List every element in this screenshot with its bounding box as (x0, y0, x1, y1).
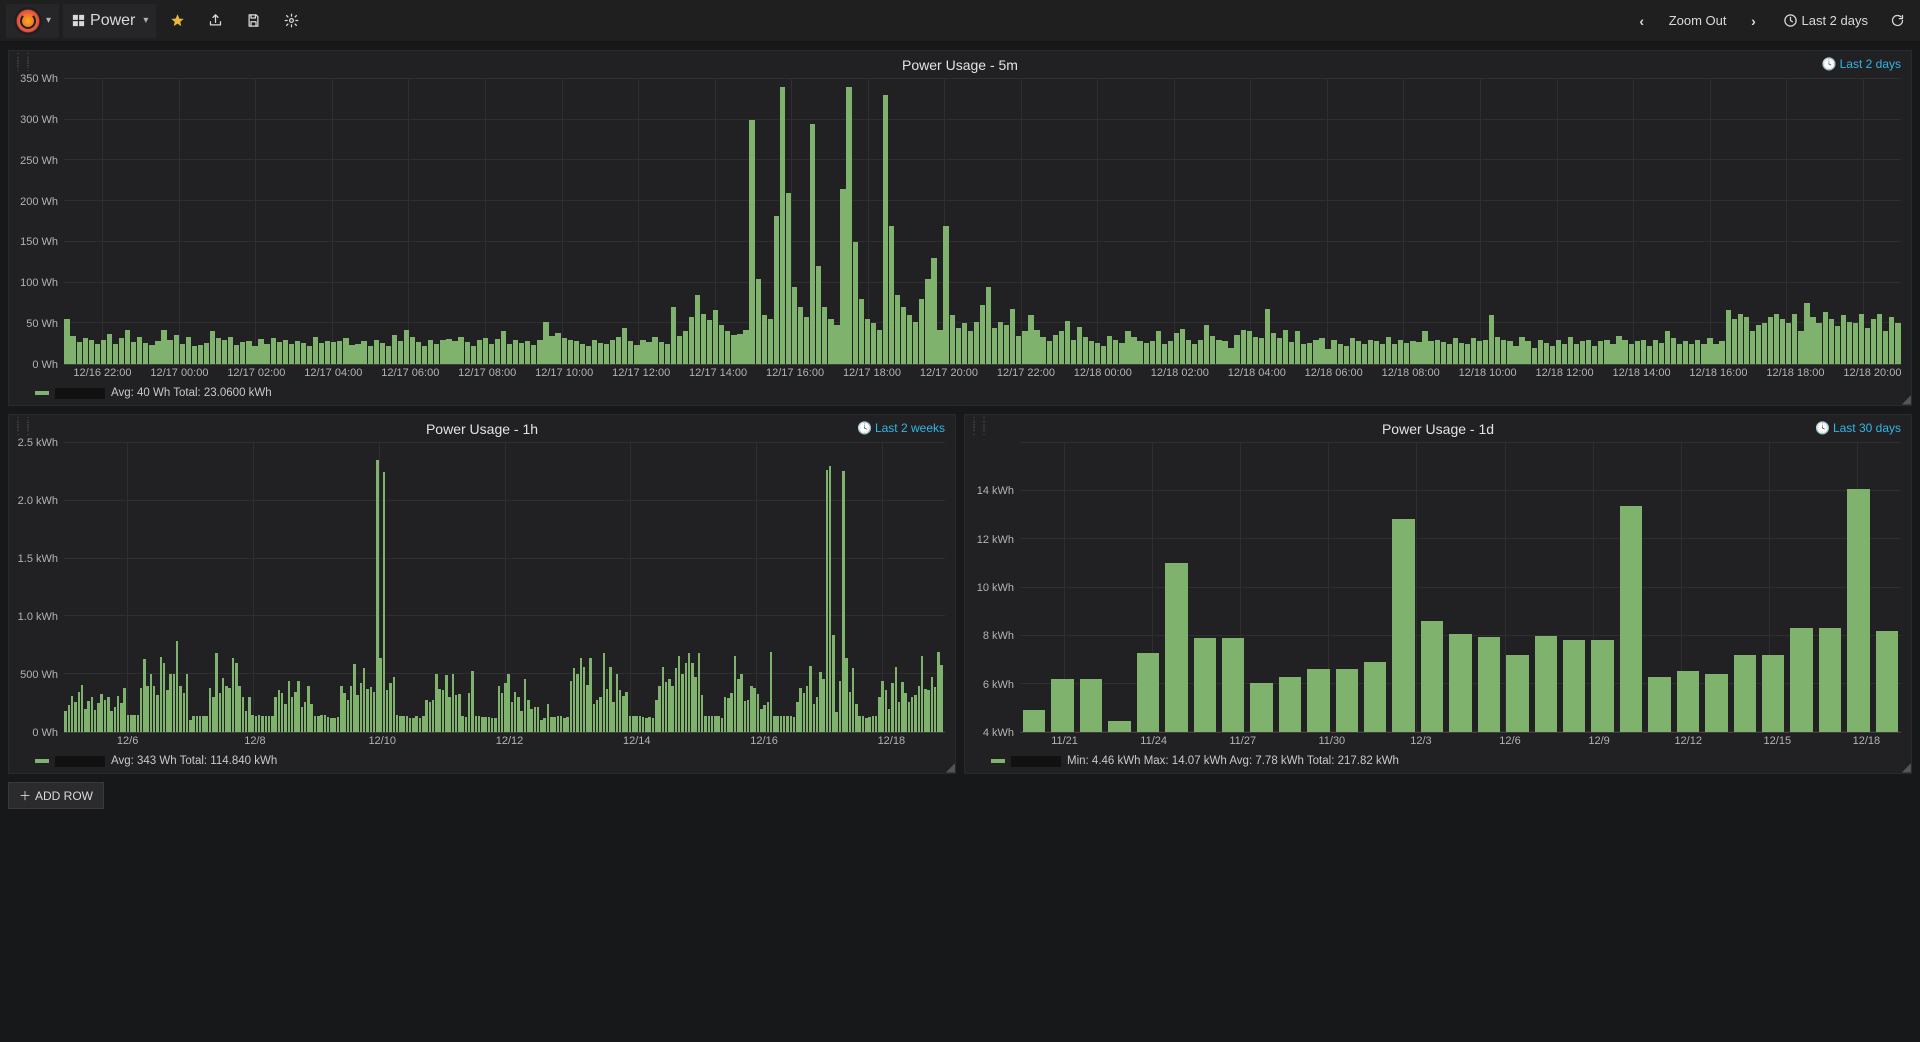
gear-icon (284, 13, 299, 28)
y-axis: 0 Wh50 Wh100 Wh150 Wh200 Wh250 Wh300 Wh3… (9, 79, 64, 365)
time-forward-button[interactable]: › (1737, 4, 1771, 38)
share-icon (208, 13, 223, 28)
panel-title[interactable]: Power Usage - 5m (9, 51, 1911, 75)
panel-power-1h: ⋮⋮⋮⋮⋮⋮ Power Usage - 1h 🕓Last 2 weeks 0 … (8, 414, 956, 774)
legend-stats: Min: 4.46 kWh Max: 14.07 kWh Avg: 7.78 k… (1067, 755, 1399, 767)
add-row-label: ADD ROW (35, 789, 93, 803)
legend-series-name (55, 388, 105, 399)
zoom-out-label: Zoom Out (1669, 13, 1727, 28)
legend-color-swatch (35, 759, 49, 763)
star-dashboard-button[interactable] (160, 4, 194, 38)
legend-stats: Avg: 40 Wh Total: 23.0600 kWh (111, 387, 272, 399)
resize-handle-icon[interactable]: ◢ (1899, 393, 1911, 405)
dashboard-picker-button[interactable]: Power ▾ (63, 4, 156, 38)
panel-time-range[interactable]: 🕓Last 30 days (1815, 421, 1901, 435)
settings-button[interactable] (274, 4, 308, 38)
x-axis: 12/16 22:0012/17 00:0012/17 02:0012/17 0… (9, 365, 1911, 383)
home-logo-button[interactable]: ▾ (6, 4, 59, 38)
legend-series-name (1011, 756, 1061, 767)
y-axis: 0 Wh500 Wh1.0 kWh1.5 kWh2.0 kWh2.5 kWh (9, 443, 64, 733)
dashboard-body: ⋮⋮⋮⋮⋮⋮ Power Usage - 5m 🕓Last 2 days 0 W… (0, 42, 1920, 817)
plot-area[interactable] (64, 443, 945, 733)
legend-series-name (55, 756, 105, 767)
x-axis: 12/612/812/1012/1212/1412/1612/18 (9, 733, 955, 751)
resize-handle-icon[interactable]: ◢ (1899, 761, 1911, 773)
clock-icon (1783, 13, 1798, 28)
panel-power-5m: ⋮⋮⋮⋮⋮⋮ Power Usage - 5m 🕓Last 2 days 0 W… (8, 50, 1912, 406)
clock-icon: 🕓 (1815, 421, 1830, 435)
legend-stats: Avg: 343 Wh Total: 114.840 kWh (111, 755, 277, 767)
legend-color-swatch (35, 391, 49, 395)
panel-legend: Avg: 343 Wh Total: 114.840 kWh (9, 751, 955, 773)
x-axis: 11/2111/2411/2711/3012/312/612/912/1212/… (965, 733, 1911, 751)
panel-legend: Min: 4.46 kWh Max: 14.07 kWh Avg: 7.78 k… (965, 751, 1911, 773)
time-range-picker[interactable]: Last 2 days (1775, 4, 1877, 38)
dashboard-title: Power (86, 12, 139, 30)
panel-legend: Avg: 40 Wh Total: 23.0600 kWh (9, 383, 1911, 405)
resize-handle-icon[interactable]: ◢ (943, 761, 955, 773)
legend-color-swatch (991, 759, 1005, 763)
zoom-out-button[interactable]: Zoom Out (1661, 4, 1735, 38)
panel-time-range[interactable]: 🕓Last 2 weeks (857, 421, 945, 435)
chevron-left-icon: ‹ (1639, 13, 1644, 29)
add-row-button[interactable]: ＋ ADD ROW (8, 782, 104, 809)
star-icon (170, 13, 185, 28)
y-axis: 4 kWh6 kWh8 kWh10 kWh12 kWh14 kWh (965, 443, 1020, 733)
refresh-icon (1890, 13, 1905, 28)
panel-power-1d: ⋮⋮⋮⋮⋮⋮ Power Usage - 1d 🕓Last 30 days 4 … (964, 414, 1912, 774)
clock-icon: 🕓 (1822, 57, 1837, 71)
time-nav-group: ‹ Zoom Out › (1625, 4, 1771, 38)
save-dashboard-button[interactable] (236, 4, 270, 38)
share-dashboard-button[interactable] (198, 4, 232, 38)
plot-area[interactable] (1020, 443, 1901, 733)
panel-title[interactable]: Power Usage - 1h (9, 415, 955, 439)
panel-title[interactable]: Power Usage - 1d (965, 415, 1911, 439)
top-navbar: ▾ Power ▾ ‹ Zoom Out › Last 2 days (0, 0, 1920, 42)
chevron-down-icon: ▾ (143, 15, 148, 26)
refresh-button[interactable] (1880, 4, 1914, 38)
chevron-down-icon: ▾ (46, 15, 51, 26)
chevron-right-icon: › (1751, 13, 1756, 29)
grafana-logo-icon (14, 7, 42, 35)
clock-icon: 🕓 (857, 421, 872, 435)
drag-handle-icon[interactable]: ⋮⋮⋮⋮⋮⋮ (13, 419, 19, 437)
plus-icon: ＋ (19, 787, 31, 804)
drag-handle-icon[interactable]: ⋮⋮⋮⋮⋮⋮ (969, 419, 975, 437)
panel-time-range[interactable]: 🕓Last 2 days (1822, 57, 1901, 71)
drag-handle-icon[interactable]: ⋮⋮⋮⋮⋮⋮ (13, 55, 19, 73)
plot-area[interactable] (64, 79, 1901, 365)
save-icon (246, 13, 261, 28)
dashboard-grid-icon (71, 13, 86, 28)
time-range-label: Last 2 days (1802, 13, 1869, 28)
time-back-button[interactable]: ‹ (1625, 4, 1659, 38)
